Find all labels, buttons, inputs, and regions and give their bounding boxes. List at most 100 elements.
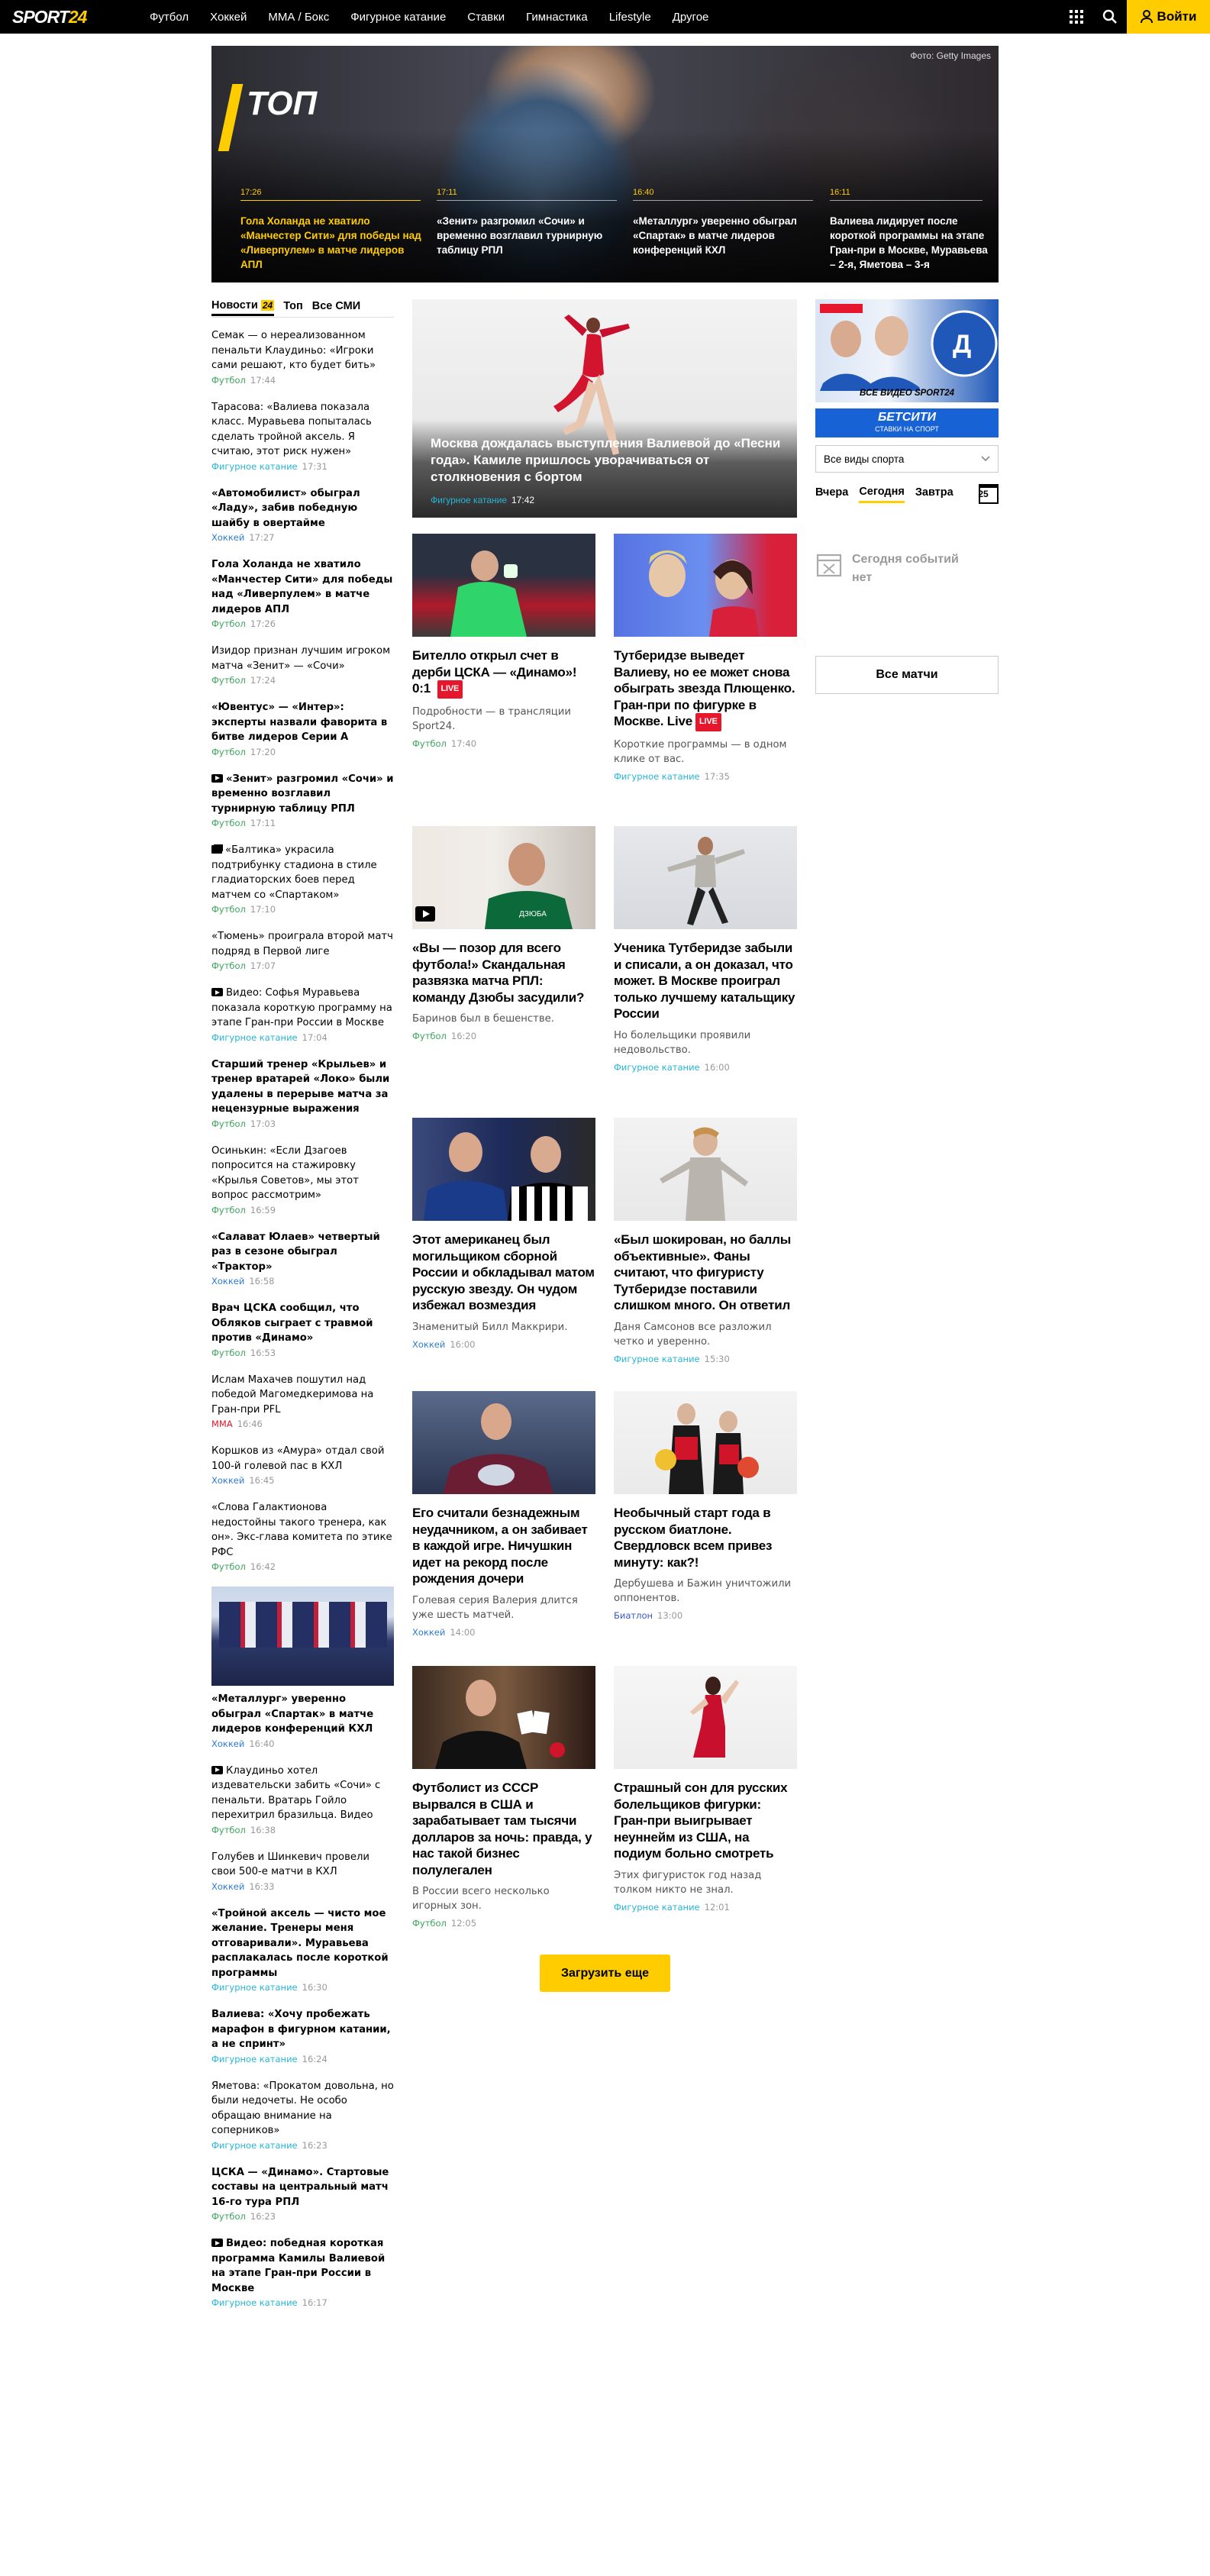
search-icon[interactable] bbox=[1093, 0, 1127, 34]
news-item[interactable]: «Балтика» украсила подтрибунку стадиона … bbox=[211, 843, 394, 915]
card-title: Его считали безнадежным неудачником, а о… bbox=[412, 1506, 588, 1586]
load-more-button[interactable]: Загрузить еще bbox=[540, 1955, 670, 1992]
card-description: Баринов был в бешенстве. bbox=[412, 1013, 554, 1025]
male-skater-figure bbox=[667, 837, 745, 925]
tab-yesterday[interactable]: Вчера bbox=[815, 486, 848, 502]
nav-item-lifestyle[interactable]: Lifestyle bbox=[599, 11, 662, 24]
news-item[interactable]: Видео: победная короткая программа Камил… bbox=[211, 2236, 394, 2309]
feed-card[interactable]: Тутберидзе выведет Валиеву, но ее может … bbox=[614, 534, 797, 782]
news-item[interactable]: Голубев и Шинкевич провели свои 500-е ма… bbox=[211, 1850, 394, 1893]
calendar-icon[interactable]: 25 bbox=[978, 484, 999, 504]
video-icon bbox=[211, 2239, 223, 2247]
news-item[interactable]: Валиева: «Хочу пробежать марафон в фигур… bbox=[211, 2007, 394, 2065]
card-meta: Фигурное катание 15:30 bbox=[614, 1354, 797, 1364]
tab-all-media[interactable]: Все СМИ bbox=[312, 300, 360, 315]
news-item-category: Фигурное катание bbox=[211, 2139, 298, 2151]
news-item[interactable]: Старший тренер «Крыльев» и тренер вратар… bbox=[211, 1057, 394, 1130]
news-item[interactable]: Изидор признан лучшим игроком матча «Зен… bbox=[211, 644, 394, 686]
news-item[interactable]: Яметова: «Прокатом довольна, но были нед… bbox=[211, 2079, 394, 2152]
news-item-time: 17:44 bbox=[250, 374, 276, 386]
news-item-category: Хоккей bbox=[211, 1475, 245, 1486]
feed-card[interactable]: Футболист из СССР вырвался в США и зараб… bbox=[412, 1666, 595, 1929]
news-item-title: «Тюмень» проиграла второй матч подряд в … bbox=[211, 929, 394, 959]
news-item[interactable]: «Тройной аксель — чисто мое желание. Тре… bbox=[211, 1906, 394, 1994]
news-item-category: Фигурное катание bbox=[211, 2053, 298, 2064]
video-icon bbox=[211, 1765, 223, 1774]
news-item[interactable]: «Металлург» уверенно обыграл «Спартак» в… bbox=[211, 1692, 394, 1750]
tab-news[interactable]: Новости 24 bbox=[211, 299, 275, 316]
feed-hero-card[interactable]: Москва дождалась выступления Валиевой до… bbox=[412, 299, 797, 518]
top-news-item[interactable]: 17:26 Гола Холанда не хватило «Манчестер… bbox=[240, 188, 424, 272]
nav-item-other[interactable]: Другое bbox=[662, 11, 720, 24]
news-item-category: Хоккей bbox=[211, 1738, 245, 1749]
news-item[interactable]: Видео: Софья Муравьева показала короткую… bbox=[211, 986, 394, 1044]
card-category: Футбол bbox=[412, 1031, 447, 1041]
news-item[interactable]: ЦСКА — «Динамо». Стартовые составы на це… bbox=[211, 2165, 394, 2223]
logo-text: SPORT24 bbox=[12, 6, 87, 27]
feed-card[interactable]: Этот американец был могильщиком сборной … bbox=[412, 1118, 595, 1350]
news-item[interactable]: Семак — о нереализованном пенальти Клауд… bbox=[211, 328, 394, 386]
news-item-time: 17:31 bbox=[302, 460, 328, 472]
card-category: Футбол bbox=[412, 738, 447, 749]
card-category: Футбол bbox=[412, 1918, 447, 1929]
feed-card[interactable]: Его считали безнадежным неудачником, а о… bbox=[412, 1391, 595, 1638]
apps-grid-icon[interactable] bbox=[1060, 0, 1093, 34]
news-item[interactable]: Клаудиньо хотел издевательски забить «Со… bbox=[211, 1764, 394, 1836]
feed-card[interactable]: Необычный старт года в русском биатлоне.… bbox=[614, 1391, 797, 1621]
news-item[interactable]: «Автомобилист» обыграл «Ладу», забив поб… bbox=[211, 486, 394, 544]
feed-card[interactable]: Бителло открыл счет в дерби ЦСКА — «Дина… bbox=[412, 534, 595, 749]
news-item-time: 17:27 bbox=[249, 532, 275, 543]
nav-item-bets[interactable]: Ставки bbox=[457, 11, 515, 24]
tab-today[interactable]: Сегодня bbox=[859, 486, 905, 503]
logo[interactable]: SPORT24 bbox=[12, 6, 115, 27]
news-item[interactable]: Осинькин: «Если Дзагоев попросится на ст… bbox=[211, 1144, 394, 1216]
news-item-text: «Ювентус» — «Интер»: эксперты назвали фа… bbox=[211, 702, 388, 743]
news-item-title: Ислам Махачев пошутил над победой Магоме… bbox=[211, 1373, 394, 1418]
news-item[interactable]: «Ювентус» — «Интер»: эксперты назвали фа… bbox=[211, 700, 394, 758]
news-item[interactable]: Коршков из «Амура» отдал свой 100-й голе… bbox=[211, 1444, 394, 1487]
feed-card[interactable]: ДЗЮБА «Вы — позор для всего футбола!» Ск… bbox=[412, 826, 595, 1041]
feed-card[interactable]: Страшный сон для русских болельщиков фиг… bbox=[614, 1666, 797, 1913]
top-news-item[interactable]: 17:11 «Зенит» разгромил «Сочи» и временн… bbox=[437, 188, 620, 257]
news-image-hockey-team[interactable] bbox=[211, 1587, 394, 1686]
news-item-text: Ислам Махачев пошутил над победой Магоме… bbox=[211, 1374, 374, 1416]
news-item[interactable]: Врач ЦСКА сообщил, что Обляков сыграет с… bbox=[211, 1301, 394, 1359]
all-matches-button[interactable]: Все матчи bbox=[815, 656, 999, 694]
photo-credit: Фото: Getty Images bbox=[910, 50, 991, 61]
news-item-meta: Футбол 16:53 bbox=[211, 1348, 394, 1359]
news-item[interactable]: «Зенит» разгромил «Сочи» и временно возг… bbox=[211, 772, 394, 830]
top-news-item[interactable]: 16:40 «Металлург» уверенно обыграл «Спар… bbox=[633, 188, 816, 257]
main-nav: Футбол Хоккей ММА / Бокс Фигурное катани… bbox=[139, 11, 719, 24]
news-item[interactable]: Тарасова: «Валиева показала класс. Мурав… bbox=[211, 400, 394, 473]
banner-image: Д bbox=[820, 304, 998, 391]
news-item[interactable]: Ислам Махачев пошутил над победой Магоме… bbox=[211, 1373, 394, 1431]
sport-select[interactable]: Все виды спорта bbox=[815, 445, 999, 473]
tab-top[interactable]: Топ bbox=[283, 300, 303, 315]
nav-item-mma[interactable]: ММА / Бокс bbox=[257, 11, 340, 24]
news-item[interactable]: «Слова Галактионова недостойны такого тр… bbox=[211, 1500, 394, 1573]
feed-card[interactable]: «Был шокирован, но баллы объективные». Ф… bbox=[614, 1118, 797, 1364]
nav-item-hockey[interactable]: Хоккей bbox=[199, 11, 257, 24]
top-news-item[interactable]: 16:11 Валиева лидирует после короткой пр… bbox=[830, 188, 990, 272]
nav-item-figure-skating[interactable]: Фигурное катание bbox=[340, 11, 457, 24]
news-item[interactable]: «Тюмень» проиграла второй матч подряд в … bbox=[211, 929, 394, 972]
news-item[interactable]: Гола Холанда не хватило «Манчестер Сити»… bbox=[211, 557, 394, 630]
video-banner[interactable]: Д ВСЕ ВИДЕО SPORT24 bbox=[815, 299, 999, 402]
nav-item-gymnastics[interactable]: Гимнастика bbox=[515, 11, 599, 24]
card-category: Фигурное катание bbox=[614, 1353, 700, 1364]
cards-dealer-figure bbox=[435, 1680, 565, 1769]
play-icon bbox=[415, 906, 435, 922]
feed-hero-category: Фигурное катание bbox=[431, 495, 508, 505]
login-button[interactable]: Войти bbox=[1127, 0, 1210, 34]
betcity-banner[interactable]: БЕТСИТИ СТАВКИ НА СПОРТ bbox=[815, 408, 999, 437]
card-title: Страшный сон для русских болельщиков фиг… bbox=[614, 1780, 788, 1861]
card-title: «Вы — позор для всего футбола!» Скандаль… bbox=[412, 941, 585, 1005]
news-item-text: «Автомобилист» обыграл «Ладу», забив поб… bbox=[211, 487, 360, 529]
feed-card[interactable]: Ученика Тутберидзе забыли и списали, а о… bbox=[614, 826, 797, 1073]
card-title: Этот американец был могильщиком сборной … bbox=[412, 1232, 595, 1312]
news-item-category: Футбол bbox=[211, 1347, 246, 1358]
news-item[interactable]: «Салават Юлаев» четвертый раз в сезоне о… bbox=[211, 1230, 394, 1288]
top-news-time: 16:40 bbox=[633, 188, 654, 197]
tab-tomorrow[interactable]: Завтра bbox=[915, 486, 953, 502]
nav-item-football[interactable]: Футбол bbox=[139, 11, 199, 24]
